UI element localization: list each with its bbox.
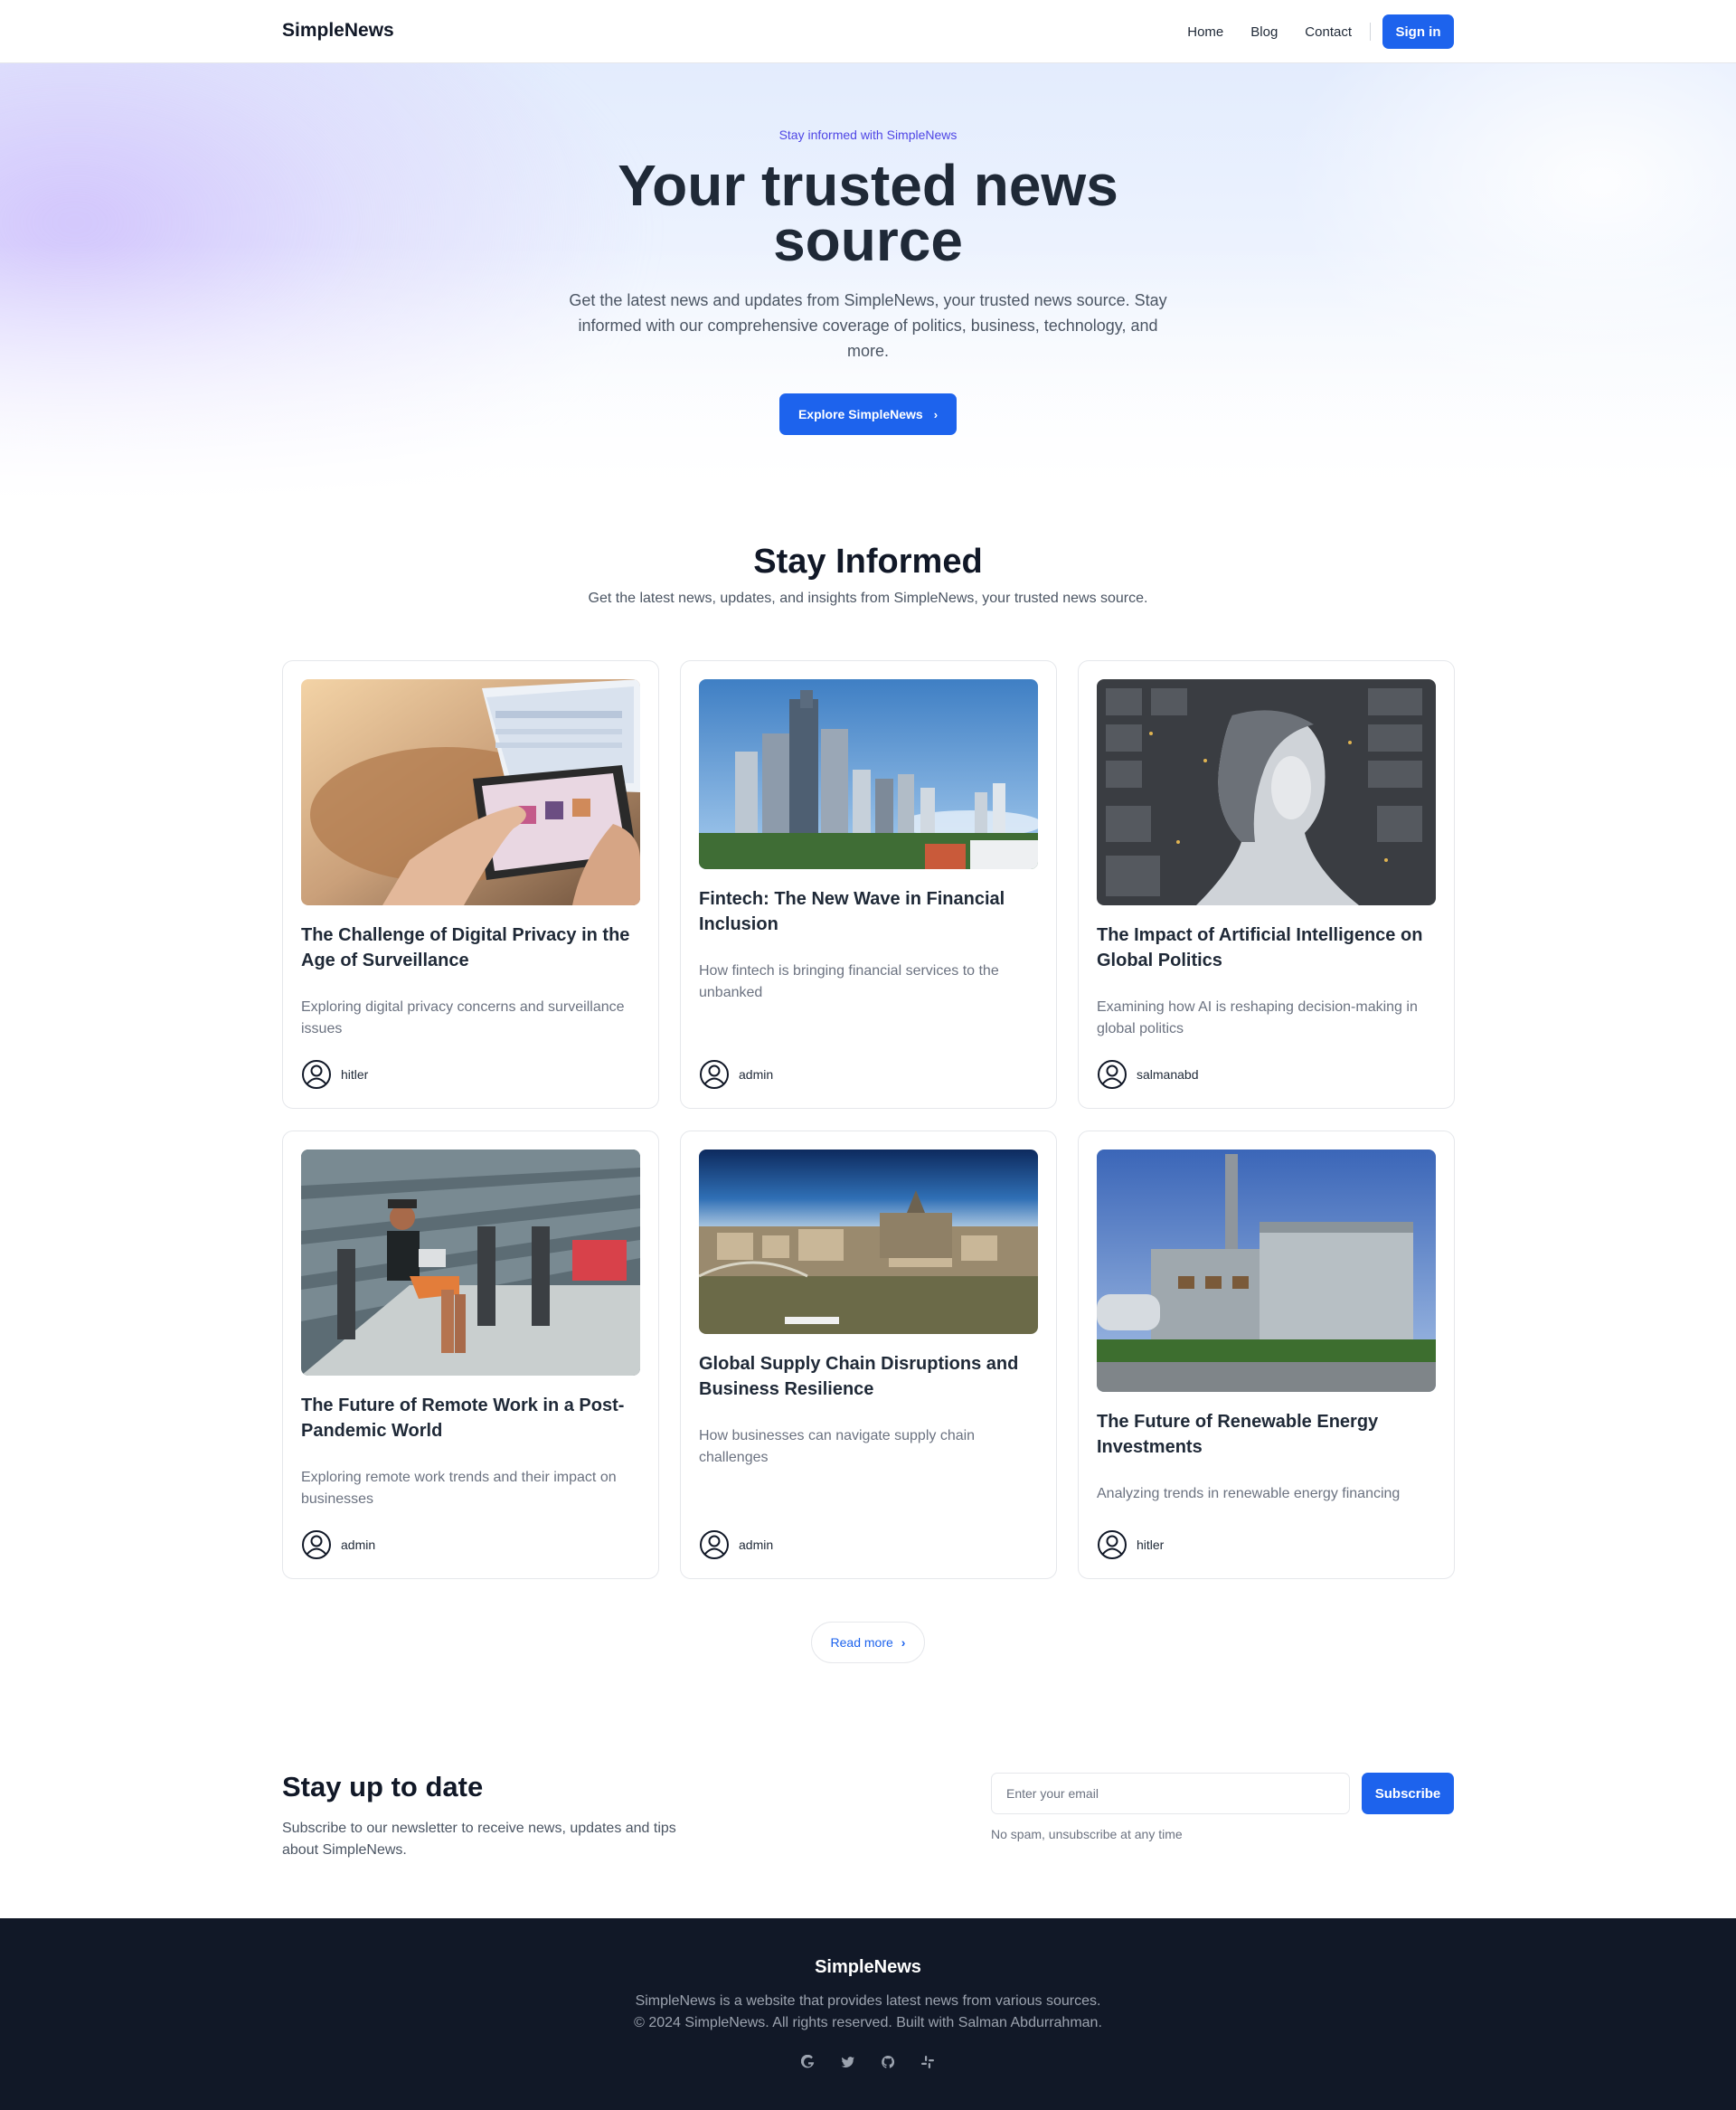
article-author: salmanabd — [1097, 1059, 1199, 1090]
article-author: hitler — [1097, 1529, 1164, 1560]
article-card[interactable]: The Challenge of Digital Privacy in the … — [282, 660, 659, 1109]
article-title[interactable]: The Future of Renewable Energy Investmen… — [1097, 1409, 1438, 1460]
article-title[interactable]: The Future of Remote Work in a Post-Pand… — [301, 1393, 642, 1443]
power-plant-photo[interactable] — [1097, 1150, 1436, 1392]
author-name[interactable]: admin — [739, 1538, 773, 1552]
section-subtitle: Get the latest news, updates, and insigh… — [588, 591, 1148, 606]
nav-contact-link[interactable]: Contact — [1305, 24, 1352, 40]
newsletter-description: Subscribe to our newsletter to receive n… — [282, 1821, 676, 1858]
main-nav: Home Blog Contact Sign in — [1187, 14, 1454, 49]
author-name[interactable]: salmanabd — [1137, 1067, 1199, 1082]
github-icon[interactable] — [881, 2055, 895, 2069]
article-description: How businesses can navigate supply chain… — [699, 1428, 976, 1465]
nav-divider — [1370, 23, 1371, 41]
article-title[interactable]: The Challenge of Digital Privacy in the … — [301, 923, 642, 973]
read-more-button[interactable]: Read more › — [811, 1622, 925, 1663]
article-card[interactable]: Fintech: The New Wave in Financial Inclu… — [680, 660, 1057, 1109]
social-links — [0, 2055, 1736, 2069]
article-title[interactable]: The Impact of Artificial Intelligence on… — [1097, 923, 1438, 973]
article-description: How fintech is bringing financial servic… — [699, 963, 999, 1000]
article-description: Analyzing trends in renewable energy fin… — [1097, 1486, 1401, 1501]
google-icon[interactable] — [801, 2055, 816, 2069]
article-card[interactable]: Global Supply Chain Disruptions and Busi… — [680, 1131, 1057, 1579]
article-author: hitler — [301, 1059, 368, 1090]
slack-icon[interactable] — [920, 2055, 935, 2069]
chevron-right-icon: › — [901, 1635, 906, 1650]
footer-about: SimpleNews is a website that provides la… — [635, 1993, 1101, 2009]
remote-worker-photo[interactable] — [301, 1150, 640, 1376]
hero-title: Your trusted news source — [618, 153, 1118, 273]
author-name[interactable]: hitler — [1137, 1538, 1164, 1552]
laptop-tablet-photo[interactable] — [301, 679, 640, 905]
read-more-label: Read more — [830, 1635, 893, 1650]
article-card[interactable]: The Future of Renewable Energy Investmen… — [1078, 1131, 1455, 1579]
subscribe-button[interactable]: Subscribe — [1362, 1773, 1454, 1814]
site-footer: SimpleNews SimpleNews is a website that … — [0, 1918, 1736, 2110]
article-title[interactable]: Fintech: The New Wave in Financial Inclu… — [699, 886, 1040, 937]
newsletter-note: No spam, unsubscribe at any time — [991, 1827, 1183, 1841]
chevron-right-icon: › — [933, 407, 939, 421]
article-description: Exploring remote work trends and their i… — [301, 1470, 617, 1507]
explore-button-label: Explore SimpleNews — [797, 407, 923, 421]
sign-in-button[interactable]: Sign in — [1382, 14, 1454, 49]
author-name[interactable]: hitler — [341, 1067, 368, 1082]
user-avatar-icon — [1098, 1060, 1127, 1089]
article-author: admin — [301, 1529, 375, 1560]
site-header: SimpleNews Home Blog Contact Sign in — [0, 0, 1736, 63]
hero-fade — [0, 244, 1736, 516]
hero-eyebrow: Stay informed with SimpleNews — [778, 128, 958, 142]
nav-home-link[interactable]: Home — [1187, 24, 1223, 40]
section-title: Stay Informed — [753, 543, 983, 581]
hero-description: Get the latest news and updates from Sim… — [569, 291, 1167, 360]
user-avatar-icon — [302, 1060, 331, 1089]
article-description: Exploring digital privacy concerns and s… — [301, 999, 625, 1036]
author-name[interactable]: admin — [739, 1067, 773, 1082]
nav-blog-link[interactable]: Blog — [1250, 24, 1278, 40]
twitter-icon[interactable] — [841, 2055, 855, 2069]
article-author: admin — [699, 1059, 773, 1090]
email-input[interactable] — [991, 1773, 1350, 1814]
hero-section: Stay informed with SimpleNews Your trust… — [0, 63, 1736, 516]
article-description: Examining how AI is reshaping decision-m… — [1097, 999, 1418, 1036]
brand-logo[interactable]: SimpleNews — [282, 20, 394, 42]
explore-button[interactable]: Explore SimpleNews › — [779, 393, 957, 435]
river-city-photo[interactable] — [699, 1150, 1038, 1334]
article-card[interactable]: The Future of Remote Work in a Post-Pand… — [282, 1131, 659, 1579]
author-name[interactable]: admin — [341, 1538, 375, 1552]
footer-brand: SimpleNews — [815, 1957, 921, 1977]
city-skyline-photo[interactable] — [699, 679, 1038, 869]
user-avatar-icon — [700, 1530, 729, 1559]
newsletter-title: Stay up to date — [282, 1771, 484, 1802]
article-author: admin — [699, 1529, 773, 1560]
ai-robot-head-photo[interactable] — [1097, 679, 1436, 905]
footer-copyright: © 2024 SimpleNews. All rights reserved. … — [634, 2015, 1102, 2030]
user-avatar-icon — [302, 1530, 331, 1559]
article-card[interactable]: The Impact of Artificial Intelligence on… — [1078, 660, 1455, 1109]
article-title[interactable]: Global Supply Chain Disruptions and Busi… — [699, 1351, 1040, 1402]
user-avatar-icon — [700, 1060, 729, 1089]
user-avatar-icon — [1098, 1530, 1127, 1559]
